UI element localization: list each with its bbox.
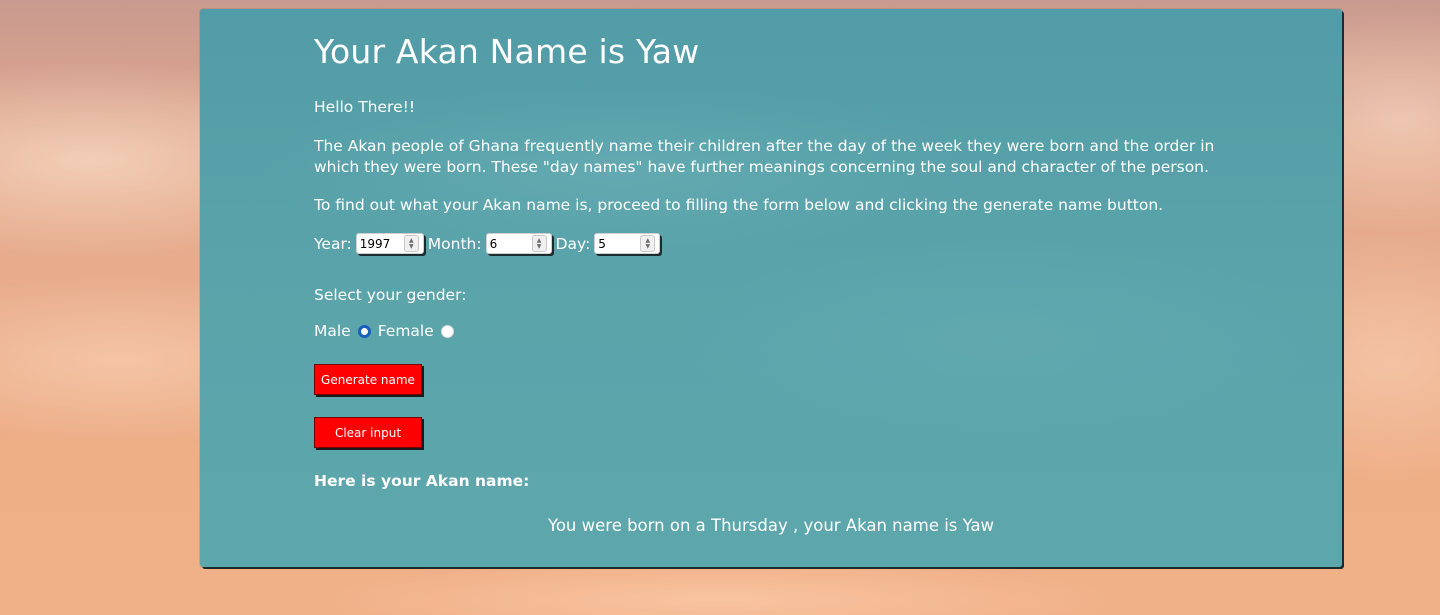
greeting-text: Hello There!! xyxy=(314,98,416,116)
year-value: 1997 xyxy=(359,236,391,251)
female-radio[interactable] xyxy=(440,324,454,338)
generate-name-button[interactable]: Generate name xyxy=(314,364,422,395)
gender-prompt: Select your gender: xyxy=(314,286,467,304)
instructions-text: To find out what your Akan name is, proc… xyxy=(314,196,1164,214)
year-input[interactable]: 1997 ▲ ▼ xyxy=(355,233,424,254)
chevron-down-icon[interactable]: ▼ xyxy=(537,243,542,250)
month-value: 6 xyxy=(489,236,498,251)
gender-radio-group: Male Female xyxy=(314,322,461,340)
chevron-down-icon[interactable]: ▼ xyxy=(409,243,414,250)
male-label: Male xyxy=(314,322,351,340)
month-input[interactable]: 6 ▲ ▼ xyxy=(485,233,552,254)
year-label: Year: xyxy=(314,234,352,253)
description-text: The Akan people of Ghana frequently name… xyxy=(314,137,1215,176)
clear-input-button[interactable]: Clear input xyxy=(314,417,422,448)
day-value: 5 xyxy=(598,236,606,251)
page-title: Your Akan Name is Yaw xyxy=(314,32,700,71)
month-label: Month: xyxy=(427,234,482,253)
day-label: Day: xyxy=(555,234,591,253)
month-spinner[interactable]: ▲ ▼ xyxy=(531,235,547,252)
result-heading: Here is your Akan name: xyxy=(314,472,530,490)
akan-card: Your Akan Name is Yaw Hello There!! The … xyxy=(200,9,1342,567)
birth-date-row: Year: 1997 ▲ ▼ Month: 6 ▲ ▼ Day: 5 ▲ ▼ xyxy=(314,233,664,254)
chevron-down-icon[interactable]: ▼ xyxy=(645,243,650,250)
day-spinner[interactable]: ▲ ▼ xyxy=(640,235,656,252)
female-label: Female xyxy=(377,322,434,340)
year-spinner[interactable]: ▲ ▼ xyxy=(403,235,419,252)
day-input[interactable]: 5 ▲ ▼ xyxy=(594,233,661,254)
male-radio[interactable] xyxy=(357,324,371,338)
result-text: You were born on a Thursday , your Akan … xyxy=(547,516,995,535)
